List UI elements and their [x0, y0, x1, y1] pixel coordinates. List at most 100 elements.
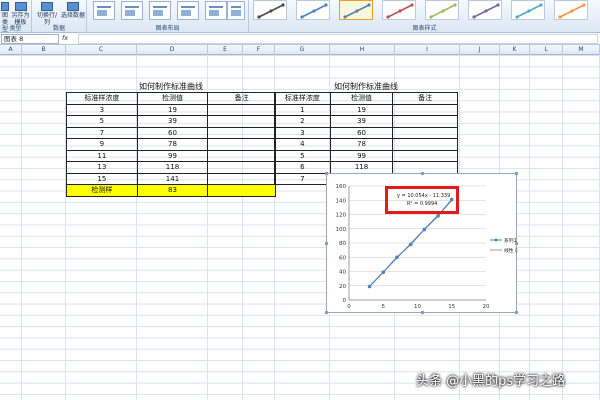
chart-style-4[interactable]: [382, 0, 416, 20]
y-tick-label: 80: [339, 241, 346, 247]
table-cell[interactable]: 6: [274, 161, 331, 174]
column-header-m[interactable]: M: [563, 45, 600, 55]
y-tick-label: 140: [336, 198, 347, 204]
table-cell[interactable]: [392, 103, 458, 116]
table-cell[interactable]: 备注: [392, 92, 458, 105]
table-cell[interactable]: 39: [329, 115, 394, 128]
layout-group-label: 图表布局: [155, 25, 180, 32]
table-cell[interactable]: 标准样浓度: [274, 92, 331, 105]
chart-style-group: 图表样式: [249, 0, 600, 33]
table1-title: 如何制作标准曲线: [139, 82, 203, 91]
select-data-button[interactable]: 选择数据: [60, 2, 86, 19]
y-tick-label: 60: [339, 255, 346, 261]
chart-layout-3[interactable]: [149, 1, 171, 20]
table-cell[interactable]: 39: [136, 115, 209, 128]
table-row: 2 39: [274, 115, 458, 128]
table-cell[interactable]: [207, 126, 276, 139]
column-header-b[interactable]: B: [22, 45, 66, 55]
table-cell[interactable]: 11: [66, 149, 138, 162]
table-cell[interactable]: 15: [66, 172, 138, 185]
table-cell[interactable]: 83: [136, 184, 209, 197]
table-cell[interactable]: 9: [66, 138, 138, 151]
table-cell[interactable]: [392, 138, 458, 151]
chart-layout-1[interactable]: [93, 1, 115, 20]
table-cell[interactable]: 60: [136, 126, 209, 139]
switch-row-column-icon: [41, 2, 53, 11]
data-point: [436, 214, 440, 218]
table-cell[interactable]: 3: [274, 126, 331, 139]
table-cell[interactable]: [392, 161, 458, 174]
table-cell[interactable]: 5: [274, 149, 331, 162]
table-row: 3 19: [66, 103, 276, 116]
chart-style-1[interactable]: [253, 0, 287, 20]
table-cell[interactable]: 118: [136, 161, 209, 174]
column-header-j[interactable]: J: [460, 45, 500, 55]
table-cell[interactable]: [392, 115, 458, 128]
table-cell[interactable]: 检测值: [136, 92, 209, 105]
sample-row: 检测样 83: [66, 184, 276, 197]
table-cell[interactable]: 1: [274, 103, 331, 116]
column-header-e[interactable]: E: [208, 45, 243, 55]
table-cell[interactable]: 99: [136, 149, 209, 162]
table-cell[interactable]: [207, 103, 276, 116]
column-header-h[interactable]: H: [330, 45, 395, 55]
table-header-row: 标准样浓度 检测值 备注: [66, 92, 276, 105]
chart-style-2[interactable]: [296, 0, 330, 20]
table-cell[interactable]: 2: [274, 115, 331, 128]
column-header-a[interactable]: A: [0, 45, 22, 55]
table-cell[interactable]: [207, 184, 276, 197]
table-cell[interactable]: 99: [329, 149, 394, 162]
fx-icon[interactable]: fx: [62, 34, 74, 44]
table-cell[interactable]: 检测样: [66, 184, 138, 197]
table-cell[interactable]: [392, 149, 458, 162]
table2-title: 如何制作标准曲线: [334, 82, 398, 91]
table-cell[interactable]: 19: [136, 103, 209, 116]
table-cell[interactable]: [207, 115, 276, 128]
table-cell[interactable]: 13: [66, 161, 138, 174]
table-cell[interactable]: 标准样浓度: [66, 92, 138, 105]
table-cell[interactable]: 19: [329, 103, 394, 116]
table-cell[interactable]: 141: [136, 172, 209, 185]
equation-highlight-box: [385, 186, 459, 214]
table-cell[interactable]: [207, 138, 276, 151]
chart-style-5[interactable]: [425, 0, 459, 20]
table-row: 13 118: [66, 161, 276, 174]
chart-layout-2[interactable]: [121, 1, 143, 20]
table-cell[interactable]: 备注: [207, 92, 276, 105]
table-cell[interactable]: 78: [329, 138, 394, 151]
table-cell[interactable]: [207, 149, 276, 162]
column-header-d[interactable]: D: [137, 45, 208, 55]
table-cell[interactable]: 118: [329, 161, 394, 174]
column-header-l[interactable]: L: [530, 45, 563, 55]
table-cell[interactable]: 5: [66, 115, 138, 128]
column-header-k[interactable]: K: [500, 45, 530, 55]
table-cell[interactable]: 7: [274, 172, 331, 185]
chart-layout-4[interactable]: [177, 1, 199, 20]
table-cell[interactable]: 7: [66, 126, 138, 139]
column-header-f[interactable]: F: [243, 45, 275, 55]
table-cell[interactable]: 检测值: [329, 92, 394, 105]
table-cell[interactable]: [207, 172, 276, 185]
data-point: [381, 270, 386, 275]
table-row: 3 60: [274, 126, 458, 139]
table-cell[interactable]: [392, 126, 458, 139]
table-cell[interactable]: [207, 161, 276, 174]
table-cell[interactable]: 78: [136, 138, 209, 151]
table-cell[interactable]: 4: [274, 138, 331, 151]
data-point: [395, 255, 399, 260]
grid-line: [529, 55, 530, 400]
chart-layout-6[interactable]: [227, 1, 245, 20]
column-header-i[interactable]: I: [395, 45, 460, 55]
chart-style-7[interactable]: [511, 0, 545, 20]
column-header-c[interactable]: C: [66, 45, 137, 55]
table-cell[interactable]: 60: [329, 126, 394, 139]
table-cell[interactable]: 3: [66, 103, 138, 116]
ribbon: 图类型 另存为 模板 类型 切换行/列 选择数据 数据 图表布局 图表样式: [0, 0, 600, 33]
chart-style-3[interactable]: [339, 0, 373, 20]
chart-style-6[interactable]: [468, 0, 502, 20]
name-box[interactable]: 图表 8: [1, 34, 59, 44]
column-header-g[interactable]: G: [275, 45, 330, 55]
chart-style-8[interactable]: [554, 0, 588, 20]
formula-input[interactable]: [78, 34, 598, 44]
chart-layout-5[interactable]: [205, 1, 227, 20]
